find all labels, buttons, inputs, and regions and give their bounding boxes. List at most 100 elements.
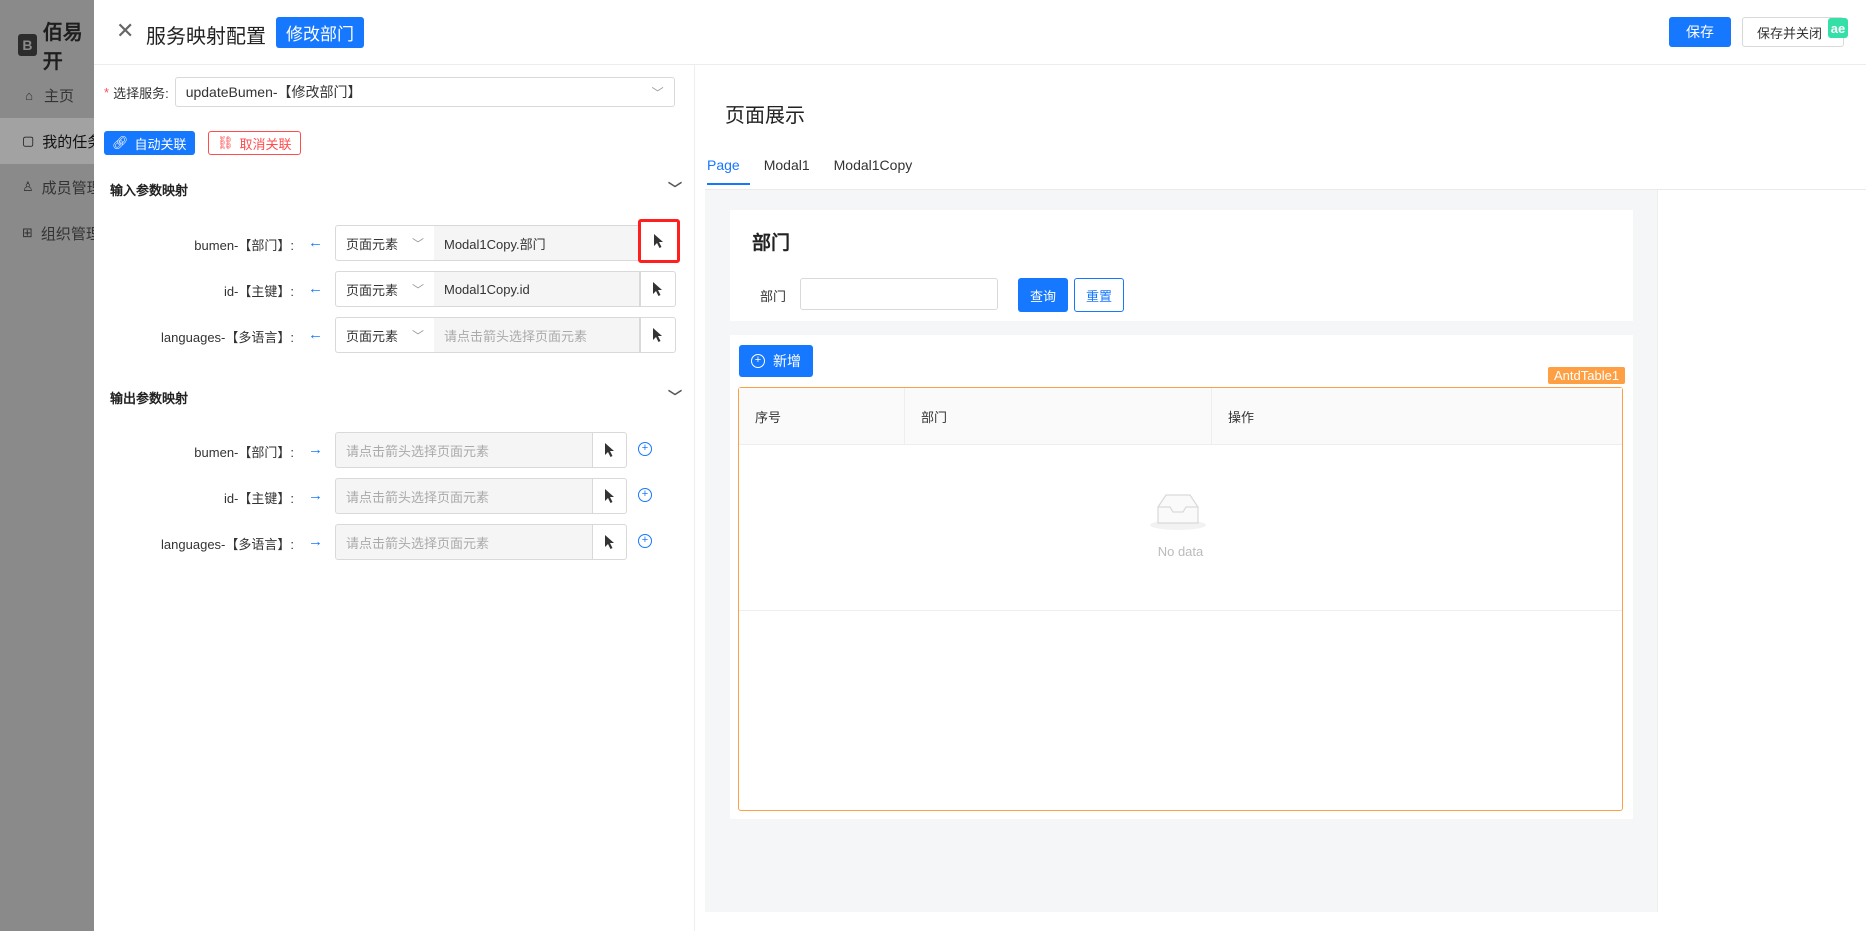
- query-button[interactable]: 查询: [1018, 278, 1068, 312]
- chevron-down-icon: ﹀: [651, 85, 664, 100]
- service-select-value: updateBumen-【修改部门】: [185, 84, 362, 100]
- add-circle-icon[interactable]: +: [638, 488, 652, 502]
- add-circle-icon[interactable]: +: [638, 534, 652, 548]
- pick-element-button[interactable]: [640, 317, 676, 353]
- service-mapping-drawer: ✕ 服务映射配置 修改部门 保存 保存并关闭 ae * 选择服务: update…: [94, 0, 1866, 931]
- source-type-select[interactable]: 页面元素 ﹀: [335, 225, 435, 261]
- cursor-arrow-icon: [654, 234, 663, 248]
- component-tag: AntdTable1: [1548, 367, 1626, 384]
- chevron-down-icon: ﹀: [668, 181, 682, 197]
- save-button[interactable]: 保存: [1669, 17, 1731, 47]
- department-search-input[interactable]: [800, 278, 998, 310]
- tab-modal1copy[interactable]: Modal1Copy: [824, 157, 923, 185]
- arrow-right-icon: →: [308, 533, 323, 550]
- target-value-input[interactable]: 请点击箭头选择页面元素: [335, 478, 593, 514]
- pick-element-button[interactable]: [640, 271, 676, 307]
- menu-item-members[interactable]: ♙成员管理: [0, 164, 94, 210]
- background-app: B 佰易开 ⌂主页 ▢我的任务 ♙成员管理 ⊞组织管理: [0, 0, 94, 931]
- cursor-arrow-icon: [653, 282, 662, 296]
- arrow-right-icon: →: [308, 441, 323, 458]
- app-logo: B 佰易开: [18, 16, 94, 74]
- chevron-down-icon: ﹀: [411, 282, 424, 297]
- service-select[interactable]: updateBumen-【修改部门】 ﹀: [174, 77, 675, 107]
- search-card: 部门 部门 查询 重置: [730, 210, 1633, 321]
- column-header: 部门: [905, 388, 1212, 444]
- chevron-down-icon: ﹀: [668, 389, 682, 405]
- pick-element-button[interactable]: [593, 432, 627, 468]
- page-preview-panel: 页面展示 Page Modal1 Modal1Copy 部门 部门 查询 重置 …: [695, 65, 1866, 931]
- file-icon: ▢: [22, 133, 35, 148]
- user-icon: ♙: [22, 179, 34, 194]
- cancel-link-button[interactable]: ⛓︎ 取消关联: [208, 131, 301, 155]
- source-value-input[interactable]: Modal1Copy.id: [434, 271, 640, 307]
- chevron-down-icon: ﹀: [411, 328, 424, 343]
- menu-item-tasks[interactable]: ▢我的任务: [0, 118, 94, 164]
- background-menu: ⌂主页 ▢我的任务 ♙成员管理 ⊞组织管理: [0, 72, 94, 256]
- link-icon: 🔗︎: [112, 135, 129, 150]
- param-label: languages-【多语言】:: [161, 330, 294, 345]
- search-field-label: 部门: [760, 289, 787, 304]
- preview-side-area: [1657, 190, 1866, 912]
- plus-circle-icon: +: [751, 354, 765, 368]
- empty-inbox-icon: [1150, 494, 1206, 530]
- input-mapping-row: bumen-【部门】: ← 页面元素 ﹀ Modal1Copy.部门: [94, 219, 694, 263]
- pick-element-button[interactable]: [638, 219, 680, 263]
- menu-item-home[interactable]: ⌂ 主页: [0, 72, 94, 118]
- pick-element-button[interactable]: [593, 478, 627, 514]
- param-label: bumen-【部门】:: [194, 445, 294, 460]
- title-tag: 修改部门: [276, 17, 364, 48]
- cursor-arrow-icon: [604, 535, 614, 549]
- preview-canvas: 部门 部门 查询 重置 + 新增 AntdTable1 序号 部门 操作 No …: [705, 189, 1866, 912]
- unlink-icon: ⛓︎: [217, 135, 234, 150]
- mapping-config-panel: * 选择服务: updateBumen-【修改部门】 ﹀ 🔗︎ 自动关联 ⛓︎ …: [94, 65, 695, 931]
- service-select-row: * 选择服务: updateBumen-【修改部门】 ﹀: [104, 77, 675, 107]
- input-mapping-row: id-【主键】: ← 页面元素 ﹀ Modal1Copy.id: [94, 271, 694, 309]
- table-card: + 新增 AntdTable1 序号 部门 操作 No data: [730, 335, 1633, 819]
- arrow-right-icon: →: [308, 487, 323, 504]
- close-icon[interactable]: ✕: [116, 18, 134, 44]
- source-value-input[interactable]: 请点击箭头选择页面元素: [434, 317, 640, 353]
- input-mapping-row: languages-【多语言】: ← 页面元素 ﹀ 请点击箭头选择页面元素: [94, 317, 694, 355]
- add-circle-icon[interactable]: +: [638, 442, 652, 456]
- input-mapping-section-header[interactable]: 输入参数映射 ﹀: [110, 178, 682, 200]
- output-mapping-row: languages-【多语言】: → 请点击箭头选择页面元素 +: [94, 524, 694, 562]
- param-label: id-【主键】:: [223, 491, 294, 506]
- output-mapping-section-header[interactable]: 输出参数映射 ﹀: [110, 386, 682, 408]
- service-label: 选择服务:: [113, 85, 169, 101]
- table-empty-body: No data: [739, 444, 1622, 611]
- target-value-input[interactable]: 请点击箭头选择页面元素: [335, 524, 593, 560]
- drawer-header: ✕ 服务映射配置 修改部门 保存 保存并关闭 ae: [94, 0, 1866, 65]
- required-mark: *: [104, 84, 110, 100]
- extension-badge-icon[interactable]: ae: [1828, 18, 1848, 38]
- card-title: 部门: [752, 233, 791, 254]
- output-mapping-row: id-【主键】: → 请点击箭头选择页面元素 +: [94, 478, 694, 516]
- reset-button[interactable]: 重置: [1074, 278, 1124, 312]
- source-type-select[interactable]: 页面元素 ﹀: [335, 271, 435, 307]
- logo-text: 佰易开: [42, 22, 83, 73]
- tab-page[interactable]: Page: [707, 157, 750, 185]
- column-header: 操作: [1228, 409, 1255, 425]
- column-header: 序号: [739, 388, 905, 444]
- preview-tabs: Page Modal1 Modal1Copy: [707, 157, 926, 185]
- pick-element-button[interactable]: [593, 524, 627, 560]
- arrow-left-icon: ←: [308, 280, 323, 297]
- arrow-left-icon: ←: [308, 234, 323, 251]
- tab-modal1[interactable]: Modal1: [754, 157, 820, 185]
- cursor-arrow-icon: [604, 489, 614, 503]
- add-button[interactable]: + 新增: [739, 345, 813, 377]
- auto-link-button[interactable]: 🔗︎ 自动关联: [104, 131, 195, 155]
- org-icon: ⊞: [22, 225, 33, 240]
- preview-title: 页面展示: [725, 105, 805, 127]
- drawer-title: 服务映射配置: [146, 26, 266, 48]
- data-table[interactable]: 序号 部门 操作 No data: [738, 387, 1623, 811]
- empty-text: No data: [1157, 544, 1204, 559]
- source-value-input[interactable]: Modal1Copy.部门: [434, 225, 640, 261]
- param-label: languages-【多语言】:: [161, 537, 294, 552]
- cursor-arrow-icon: [653, 328, 662, 342]
- cursor-arrow-icon: [604, 443, 614, 457]
- source-type-select[interactable]: 页面元素 ﹀: [335, 317, 435, 353]
- target-value-input[interactable]: 请点击箭头选择页面元素: [335, 432, 593, 468]
- menu-item-org[interactable]: ⊞ 组织管理: [0, 210, 94, 256]
- output-mapping-row: bumen-【部门】: → 请点击箭头选择页面元素 +: [94, 432, 694, 470]
- arrow-left-icon: ←: [308, 326, 323, 343]
